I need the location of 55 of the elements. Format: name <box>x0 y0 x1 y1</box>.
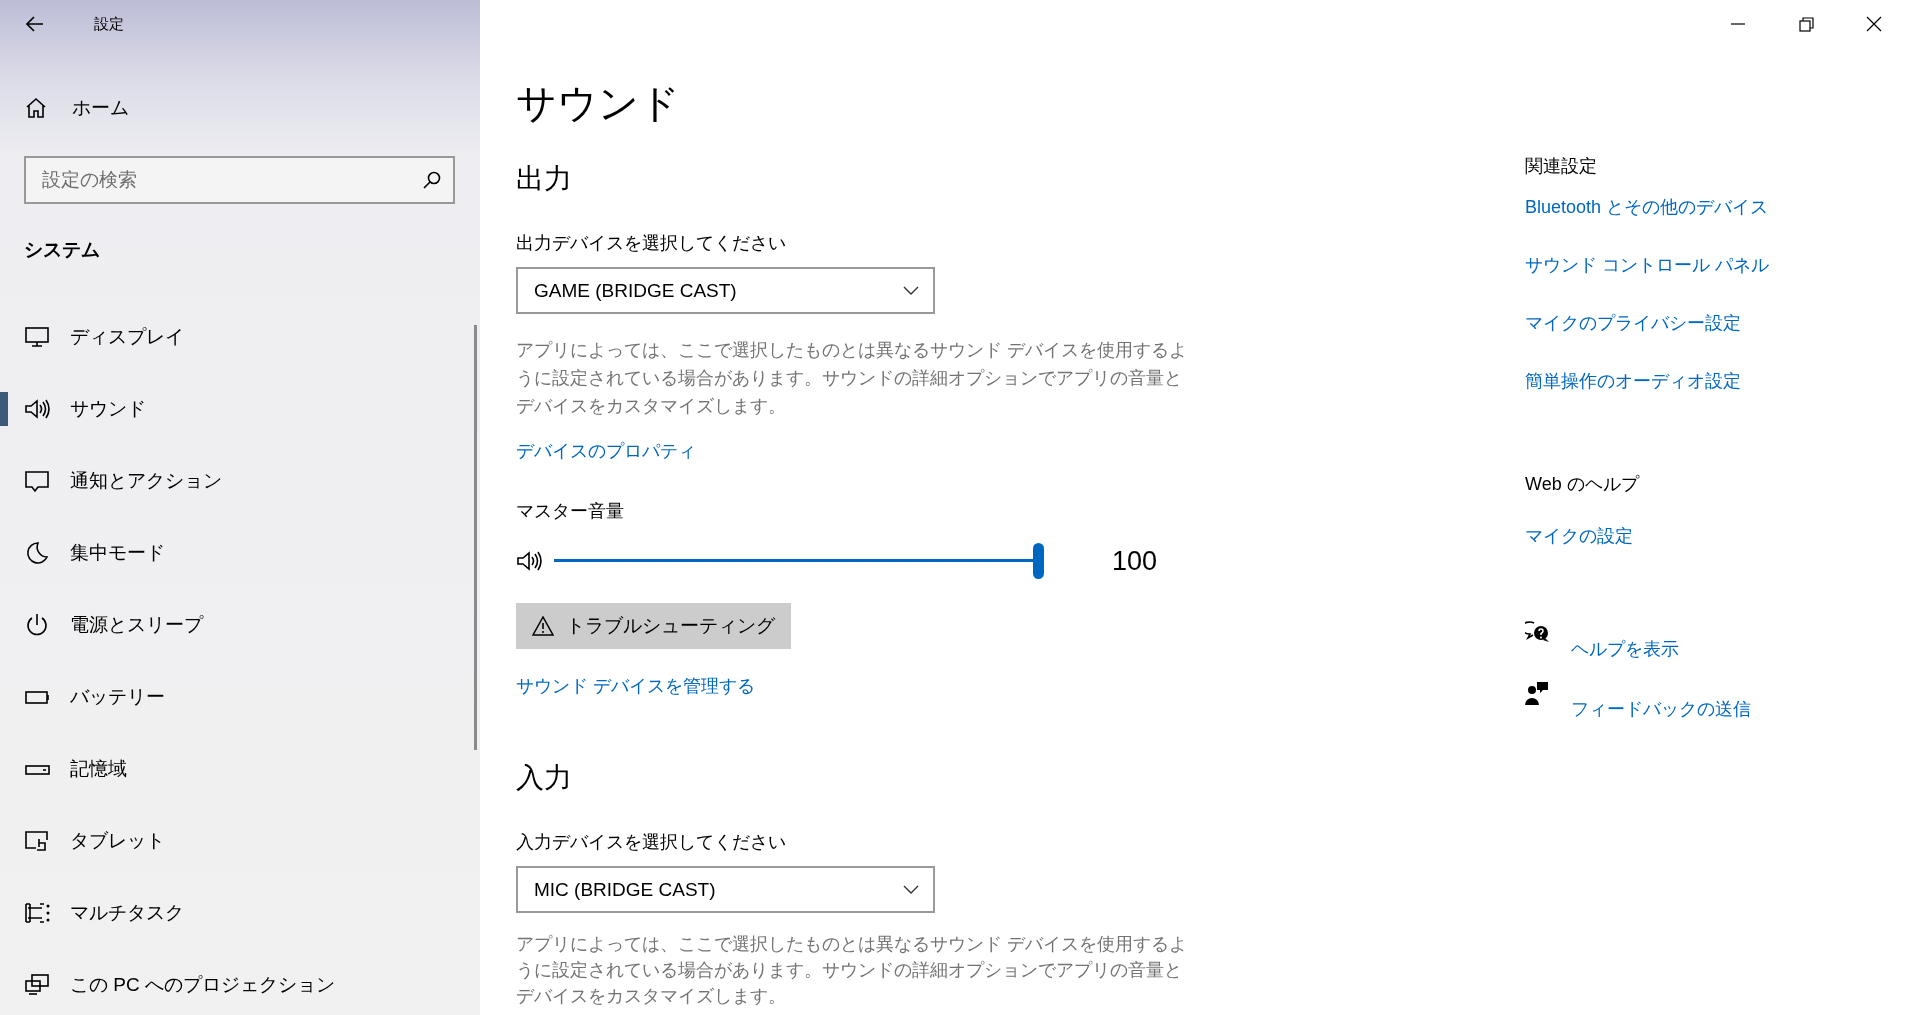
section-heading: 入力 <box>516 761 573 795</box>
chevron-down-icon <box>903 885 919 894</box>
description-text: アプリによっては、ここで選択したものとは異なるサウンド デバイスを使用するように設定されている場合があります。サウンドの詳細オプションでアプリの音量とデバイスをカスタマイズします。 <box>516 933 1188 1008</box>
search-field[interactable]: 設定の検索 <box>24 156 455 204</box>
description-text: アプリによっては、ここで選択したものとは異なるサウンド デバイスを使用するように設定されている場合があります。サウンドの詳細オプションでアプリの音量とデバイスをカスタマイズします。 <box>516 339 1188 418</box>
sidebar-item[interactable]: 電源とスリープ <box>0 589 470 661</box>
power-icon <box>24 612 50 638</box>
window-title: 設定 <box>94 14 124 34</box>
sidebar-item[interactable]: 集中モード <box>0 517 470 589</box>
section-heading: 出力 <box>516 162 573 196</box>
related-settings-heading: 関連設定 <box>1525 155 1597 178</box>
sidebar-item[interactable]: ディスプレイ <box>0 301 470 373</box>
field-label: 入力デバイスを選択してください <box>516 831 786 854</box>
related-link[interactable]: マイクのプライバシー設定 <box>1525 310 1865 336</box>
scrollbar[interactable] <box>474 325 477 750</box>
volume-value: 100 <box>1112 545 1158 577</box>
moon-icon <box>24 540 50 566</box>
related-link[interactable]: 簡単操作のオーディオ設定 <box>1525 368 1865 394</box>
monitor-icon <box>24 324 50 350</box>
sidebar-item[interactable]: マルチタスク <box>0 877 470 949</box>
get-help-link[interactable]: ヘルプを表示 <box>1571 636 1679 662</box>
sidebar-item[interactable]: タブレット <box>0 805 470 877</box>
sidebar-item[interactable]: この PC へのプロジェクション <box>0 949 470 1015</box>
device-properties-link[interactable]: デバイスのプロパティ <box>516 438 696 464</box>
multitask-icon <box>24 900 50 926</box>
sidebar-item[interactable]: 記憶域 <box>0 733 470 805</box>
section-heading: システム <box>24 238 100 262</box>
chevron-down-icon <box>903 286 919 295</box>
slider-thumb[interactable] <box>1032 543 1044 579</box>
manage-devices-link[interactable]: サウンド デバイスを管理する <box>516 673 755 699</box>
sidebar-item[interactable]: バッテリー <box>0 661 470 733</box>
web-help-heading: Web のヘルプ <box>1525 473 1639 496</box>
sidebar-item[interactable]: サウンド <box>0 373 470 445</box>
back-arrow-icon <box>26 16 44 32</box>
device-dropdown[interactable]: MIC (BRIDGE CAST) <box>516 866 935 913</box>
home-icon <box>24 96 48 120</box>
speech-bubble-icon <box>24 468 50 494</box>
tablet-touch-icon <box>24 828 50 854</box>
device-dropdown[interactable]: GAME (BRIDGE CAST) <box>516 267 935 314</box>
person-speech-icon <box>1525 680 1551 706</box>
restore-icon <box>1798 16 1814 32</box>
projector-screen-icon <box>24 972 50 998</box>
sidebar-item[interactable]: 通知とアクション <box>0 445 470 517</box>
warning-icon <box>532 616 554 636</box>
related-link[interactable]: Bluetooth とその他のデバイス <box>1525 194 1865 220</box>
related-link[interactable]: サウンド コントロール パネル <box>1525 252 1865 278</box>
volume-label: マスター音量 <box>516 500 624 523</box>
feedback-link[interactable]: フィードバックの送信 <box>1571 696 1751 722</box>
field-label: 出力デバイスを選択してください <box>516 232 786 255</box>
help-link[interactable]: マイクの設定 <box>1525 523 1865 549</box>
home-nav-item[interactable]: ホーム <box>0 84 480 132</box>
search-icon <box>423 171 441 189</box>
troubleshoot-button[interactable]: トラブルシューティング <box>516 603 791 649</box>
close-icon <box>1866 16 1882 32</box>
page-title: サウンド <box>516 80 681 127</box>
